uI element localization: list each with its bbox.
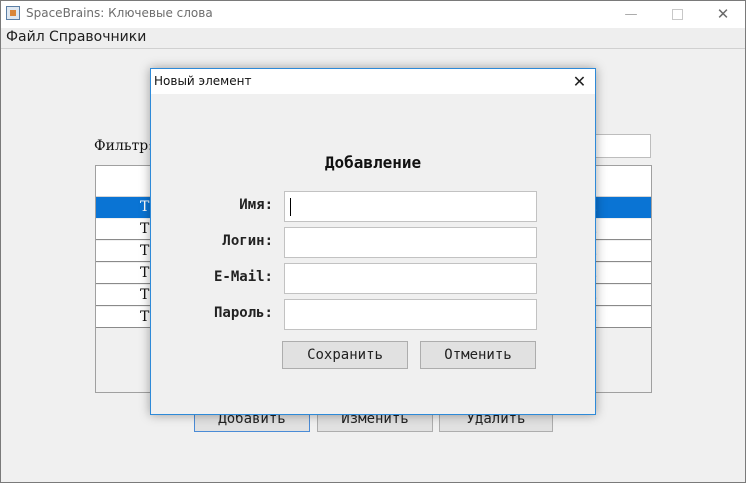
email-label: E-Mail: — [213, 269, 273, 285]
dialog-title-bar: Новый элемент ✕ — [151, 69, 595, 94]
minimize-button[interactable]: — — [608, 1, 654, 28]
dialog-close-button[interactable]: ✕ — [564, 69, 595, 94]
maximize-icon — [671, 9, 683, 20]
email-field[interactable] — [284, 263, 537, 294]
new-item-dialog: Новый элемент ✕ Добавление Имя: Логин: E… — [150, 68, 596, 415]
name-field[interactable] — [284, 191, 537, 222]
password-field[interactable] — [284, 299, 537, 330]
dialog-heading: Добавление — [324, 153, 422, 172]
java-app-icon — [6, 6, 20, 20]
save-button[interactable]: Сохранить — [282, 341, 408, 369]
filter-label: Фильтр: — [94, 138, 153, 154]
login-label: Логин: — [222, 233, 273, 249]
window-title: SpaceBrains: Ключевые слова — [26, 6, 213, 20]
close-button[interactable]: ✕ — [700, 1, 746, 28]
menu-file[interactable]: Файл — [6, 29, 45, 45]
text-caret — [290, 198, 291, 216]
menu-bar: Файл Справочники — [1, 28, 745, 49]
maximize-button[interactable] — [654, 1, 700, 28]
login-field[interactable] — [284, 227, 537, 258]
cancel-button[interactable]: Отменить — [420, 341, 536, 369]
menu-references[interactable]: Справочники — [49, 29, 146, 45]
title-bar: SpaceBrains: Ключевые слова — ✕ — [1, 1, 745, 28]
name-label: Имя: — [239, 197, 273, 213]
password-label: Пароль: — [213, 305, 273, 321]
dialog-title: Новый элемент — [154, 74, 252, 88]
filter-input[interactable] — [591, 134, 651, 158]
